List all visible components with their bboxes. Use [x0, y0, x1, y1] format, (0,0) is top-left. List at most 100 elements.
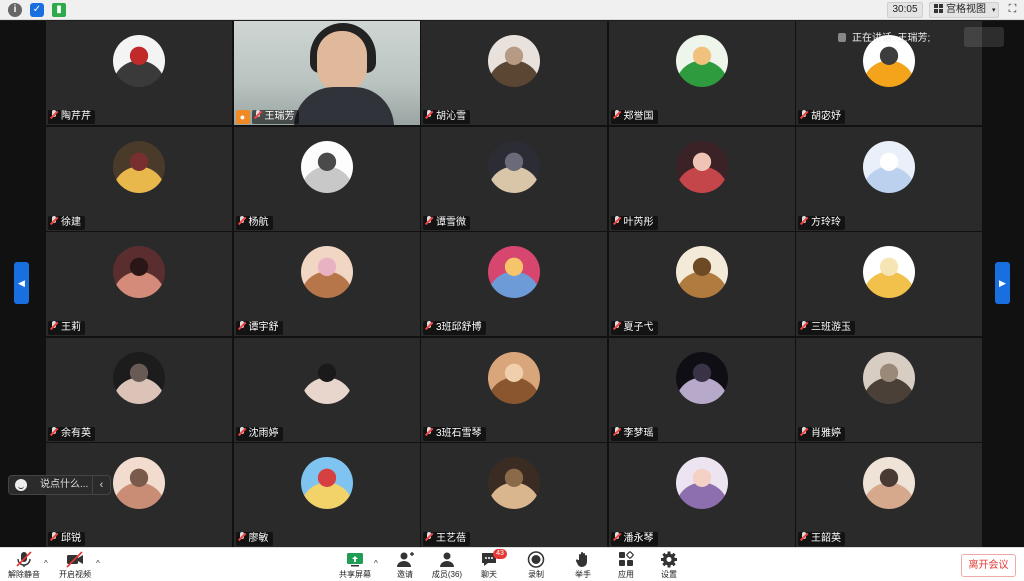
- participant-tile[interactable]: 3班石雪琴: [421, 337, 607, 442]
- start-video-button[interactable]: 开启视频: [55, 551, 95, 581]
- participant-name: 叶芮彤: [623, 216, 654, 228]
- participant-name: 胡沁雪: [436, 111, 466, 122]
- participant-name: 陶芹芹: [61, 111, 91, 122]
- participant-name: 郑誉国: [623, 111, 654, 122]
- participant-tile[interactable]: 杨航: [233, 126, 420, 231]
- participant-tile[interactable]: 余有英: [46, 337, 232, 442]
- mic-muted-icon: [613, 426, 621, 437]
- mic-muted-icon: [425, 532, 433, 542]
- quick-chat-input[interactable]: 说点什么... ‹: [8, 475, 111, 495]
- participant-nametag: 沈雨婷: [235, 426, 283, 441]
- participant-tile[interactable]: 三班游玉: [796, 232, 982, 336]
- leave-meeting-button[interactable]: 离开会议: [961, 554, 1016, 577]
- mic-muted-icon: [613, 110, 621, 120]
- participant-name: 王瑞芳: [264, 111, 295, 122]
- participant-tile[interactable]: 3班邱舒博: [421, 232, 607, 336]
- participant-nametag: 郑誉国: [610, 110, 658, 124]
- camera-off-icon: [66, 551, 83, 568]
- participant-tile[interactable]: 肖雅婷: [796, 337, 982, 442]
- participant-name: 3班石雪琴: [436, 427, 482, 439]
- audio-options-caret[interactable]: ^: [44, 559, 48, 568]
- avatar: [488, 351, 540, 404]
- participant-tile[interactable]: 夏子弋: [608, 232, 795, 336]
- participant-tile[interactable]: ● 王瑞芳: [233, 21, 420, 125]
- video-person-body: [293, 87, 394, 125]
- unmute-button[interactable]: 解除静音: [4, 551, 44, 581]
- participant-tile[interactable]: 陶芹芹: [46, 21, 232, 125]
- hand-icon: [575, 552, 587, 567]
- next-page-button[interactable]: ▶: [995, 262, 1010, 304]
- avatar: [300, 457, 353, 509]
- video-options-caret[interactable]: ^: [96, 559, 100, 568]
- participant-tile[interactable]: 沈雨婷: [233, 337, 420, 442]
- info-icon[interactable]: i: [8, 3, 22, 17]
- members-icon: [440, 552, 454, 567]
- participant-name: 谭宇舒: [248, 322, 279, 333]
- mic-muted-icon: [238, 532, 246, 542]
- participant-tile[interactable]: 郑誉国: [608, 21, 795, 125]
- participant-name: 余有英: [61, 427, 91, 439]
- shield-icon[interactable]: ✓: [30, 3, 44, 17]
- chat-label: 聊天: [481, 570, 497, 579]
- share-screen-button[interactable]: 共享屏幕: [335, 551, 375, 581]
- participant-tile[interactable]: 方玲玲: [796, 126, 982, 231]
- raise-hand-label: 举手: [575, 570, 591, 579]
- settings-label: 设置: [661, 570, 677, 579]
- invite-label: 邀请: [397, 570, 413, 579]
- participant-tile[interactable]: 谭雪微: [421, 126, 607, 231]
- share-screen-icon: [347, 553, 363, 567]
- participant-nametag: 陶芹芹: [48, 110, 95, 124]
- members-button[interactable]: 成员(36): [427, 551, 467, 581]
- avatar: [488, 35, 540, 87]
- participant-nametag: 肖雅婷: [798, 426, 845, 441]
- raise-hand-button[interactable]: 举手: [563, 551, 603, 581]
- avatar: [113, 140, 165, 193]
- mic-muted-icon: [50, 426, 58, 437]
- collapse-chevron-icon[interactable]: ‹: [92, 476, 110, 494]
- participant-name: 谭雪微: [436, 216, 466, 228]
- participant-tile[interactable]: 王艺蓓: [421, 443, 607, 547]
- avatar: [300, 351, 353, 404]
- participant-tile[interactable]: 李梦瑶: [608, 337, 795, 442]
- participant-name: 潘永琴: [623, 533, 654, 544]
- participant-tile[interactable]: 廖敏: [233, 443, 420, 547]
- invite-button[interactable]: 邀请: [385, 551, 425, 581]
- participant-name: 杨航: [248, 216, 269, 228]
- share-options-caret[interactable]: ^: [374, 559, 378, 568]
- participant-tile[interactable]: 胡沁雪: [421, 21, 607, 125]
- mic-muted-icon: [800, 321, 808, 331]
- avatar: [488, 140, 540, 193]
- participant-name: 肖雅婷: [811, 427, 841, 439]
- participant-tile[interactable]: 谭宇舒: [233, 232, 420, 336]
- apps-button[interactable]: 应用: [606, 551, 646, 581]
- mic-muted-icon: [613, 215, 621, 226]
- speaking-indicator: 正在讲话: 王瑞芳;: [838, 29, 930, 44]
- participant-name: 方玲玲: [811, 216, 841, 228]
- mic-muted-icon: [425, 215, 433, 226]
- participant-tile[interactable]: 潘永琴: [608, 443, 795, 547]
- view-mode-label: 宫格视图: [946, 4, 986, 15]
- chat-button[interactable]: 43 聊天: [469, 549, 509, 581]
- participant-name: 三班游玉: [811, 322, 851, 333]
- emoji-icon[interactable]: [15, 479, 27, 491]
- participant-tile[interactable]: 邱锐: [46, 443, 232, 547]
- participant-tile[interactable]: 叶芮彤: [608, 126, 795, 231]
- settings-button[interactable]: 设置: [649, 551, 689, 581]
- view-mode-button[interactable]: 宫格视图 ▾: [929, 2, 999, 18]
- apps-label: 应用: [618, 570, 634, 579]
- meeting-timer: 30:05: [887, 2, 923, 18]
- avatar: [675, 140, 728, 193]
- participant-nametag: 王莉: [48, 321, 85, 335]
- record-button[interactable]: 录制: [516, 551, 556, 581]
- signal-icon[interactable]: ▮: [52, 3, 66, 17]
- participant-tile[interactable]: 徐建: [46, 126, 232, 231]
- participant-tile[interactable]: 王韶英: [796, 443, 982, 547]
- invite-user-icon: [397, 552, 414, 567]
- participant-tile[interactable]: 王莉: [46, 232, 232, 336]
- chevron-down-icon: ▾: [992, 7, 996, 14]
- avatar: [488, 457, 540, 509]
- mic-muted-icon: [800, 110, 808, 120]
- fullscreen-icon[interactable]: ⛶: [1006, 3, 1019, 16]
- mic-muted-icon: [425, 321, 433, 331]
- prev-page-button[interactable]: ◀: [14, 262, 29, 304]
